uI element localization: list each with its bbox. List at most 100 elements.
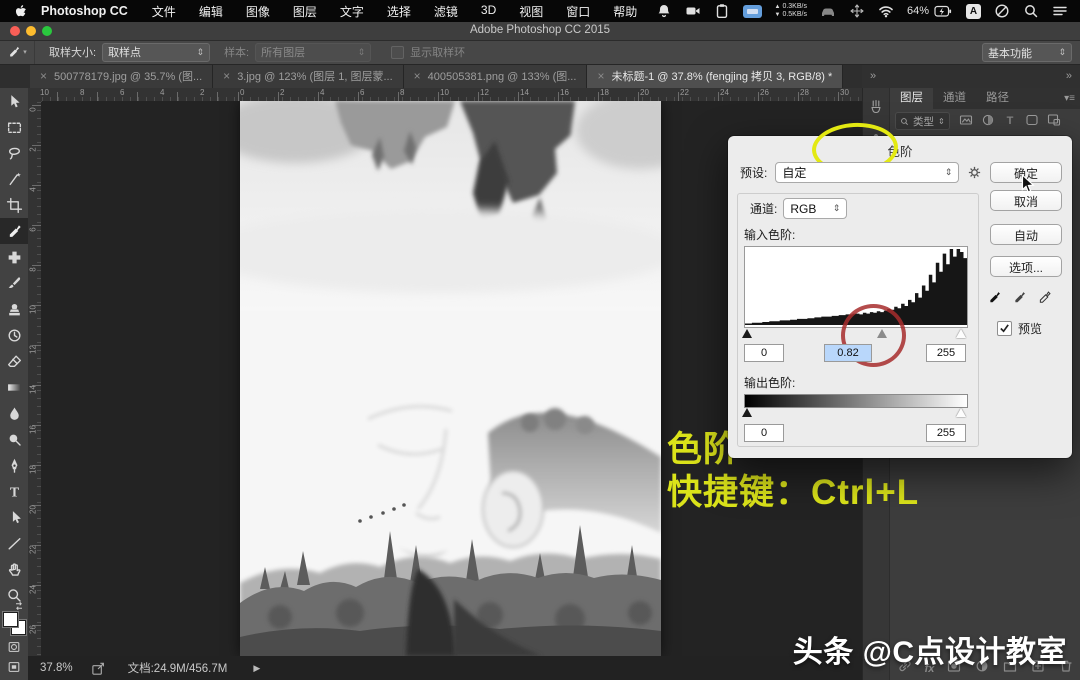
clone-stamp-tool[interactable]: [0, 296, 28, 322]
blur-tool[interactable]: [0, 400, 28, 426]
document-tab[interactable]: ×500778179.jpg @ 35.7% (图...: [30, 64, 213, 88]
close-tab-icon[interactable]: ×: [414, 69, 421, 83]
move-tool[interactable]: [0, 88, 28, 114]
options-button[interactable]: 选项...: [990, 256, 1062, 277]
screen-capture-icon[interactable]: [743, 5, 762, 18]
menu-item[interactable]: 帮助: [613, 3, 637, 20]
menu-item[interactable]: 图层: [293, 3, 317, 20]
net-speed-indicator[interactable]: ▲0.3KB/s▼0.5KB/s: [775, 3, 807, 19]
close-tab-icon[interactable]: ×: [40, 69, 47, 83]
bell-icon[interactable]: [656, 3, 672, 19]
highlight-input-field[interactable]: [926, 344, 966, 362]
document-tab[interactable]: ×3.jpg @ 123% (图层 1, 图层蒙...: [213, 64, 403, 88]
shadow-input-slider[interactable]: [742, 329, 752, 338]
sample-size-select[interactable]: 取样点⇕: [102, 43, 210, 62]
zoom-level-field[interactable]: 37.8%: [40, 662, 73, 674]
wifi-icon[interactable]: [878, 3, 894, 19]
highlight-input-slider[interactable]: [956, 329, 966, 338]
type-tool[interactable]: T: [0, 478, 28, 504]
ruler-label: 20: [29, 503, 38, 517]
ruler-label: 4: [320, 88, 324, 97]
panel-menu-icon[interactable]: ▾≡: [1064, 93, 1075, 104]
highlight-output-slider[interactable]: [956, 408, 966, 417]
status-options-arrow-icon[interactable]: ▶: [253, 663, 260, 674]
black-point-eyedropper-icon[interactable]: [987, 290, 1002, 305]
menu-item[interactable]: 图像: [246, 3, 270, 20]
type-filter-icon[interactable]: T: [1002, 112, 1018, 131]
menu-item[interactable]: 滤镜: [434, 3, 458, 20]
auto-button[interactable]: 自动: [990, 224, 1062, 245]
gradient-tool[interactable]: [0, 374, 28, 400]
crop-tool[interactable]: [0, 192, 28, 218]
notification-center-icon[interactable]: [1052, 3, 1068, 19]
collapse-panels-icon[interactable]: »: [870, 70, 876, 82]
channel-select[interactable]: RGB⇕: [783, 198, 847, 219]
do-not-disturb-icon[interactable]: [994, 3, 1010, 19]
shadow-output-slider[interactable]: [742, 408, 752, 417]
spotlight-search-icon[interactable]: [1023, 3, 1039, 19]
swap-colors-icon[interactable]: [13, 600, 25, 612]
white-point-eyedropper-icon[interactable]: [1037, 290, 1052, 305]
collapse-panels-icon[interactable]: »: [1066, 70, 1072, 82]
clipboard-icon[interactable]: [714, 3, 730, 19]
document-tab[interactable]: ×未标题-1 @ 37.8% (fengjing 拷贝 3, RGB/8) *: [587, 64, 843, 88]
highlight-output-field[interactable]: [926, 424, 966, 442]
preset-select[interactable]: 自定⇕: [775, 162, 959, 183]
video-icon[interactable]: [685, 3, 701, 19]
history-brush-tool[interactable]: [0, 322, 28, 348]
carplay-icon[interactable]: [820, 3, 836, 19]
current-tool-button[interactable]: ▾: [0, 40, 35, 64]
pen-tool[interactable]: [0, 452, 28, 478]
line-tool[interactable]: [0, 530, 28, 556]
panel-tab-路径[interactable]: 路径: [976, 88, 1019, 109]
menu-item[interactable]: 窗口: [566, 3, 590, 20]
close-tab-icon[interactable]: ×: [223, 69, 230, 83]
input-source-badge[interactable]: A: [966, 4, 981, 19]
shadow-input-field[interactable]: [744, 344, 784, 362]
move-arrows-icon[interactable]: [849, 3, 865, 19]
layer-filter-select[interactable]: 类型 ⇕: [895, 112, 950, 130]
ruler-label: 6: [29, 223, 38, 237]
preview-checkbox[interactable]: [997, 321, 1012, 336]
path-selection-tool[interactable]: [0, 504, 28, 530]
menu-item[interactable]: 3D: [481, 3, 496, 20]
shadow-output-field[interactable]: [744, 424, 784, 442]
menu-item[interactable]: 编辑: [199, 3, 223, 20]
adjustment-filter-icon[interactable]: [980, 112, 996, 131]
menu-app-name[interactable]: Photoshop CC: [41, 4, 128, 18]
panel-tab-图层[interactable]: 图层: [890, 88, 933, 109]
screen-mode-icon[interactable]: [6, 660, 22, 674]
apple-menu-icon[interactable]: [14, 4, 27, 19]
gear-icon[interactable]: [967, 165, 982, 180]
marquee-tool[interactable]: [0, 114, 28, 140]
workspace-select[interactable]: 基本功能⇕: [982, 43, 1072, 62]
smart-object-filter-icon[interactable]: [1046, 112, 1062, 131]
menu-item[interactable]: 文件: [152, 3, 176, 20]
pixel-filter-icon[interactable]: [958, 112, 974, 131]
battery-indicator[interactable]: 64%: [907, 5, 953, 18]
document-canvas[interactable]: [240, 101, 661, 656]
menu-item[interactable]: 视图: [519, 3, 543, 20]
panel-tab-通道[interactable]: 通道: [933, 88, 976, 109]
gamma-input-field[interactable]: [824, 344, 872, 362]
brushes-panel-icon[interactable]: [863, 94, 889, 120]
dodge-tool[interactable]: [0, 426, 28, 452]
menu-item[interactable]: 选择: [387, 3, 411, 20]
lasso-tool[interactable]: [0, 140, 28, 166]
close-tab-icon[interactable]: ×: [597, 69, 604, 83]
ruler-label: 8: [80, 88, 84, 97]
eraser-tool[interactable]: [0, 348, 28, 374]
shape-filter-icon[interactable]: [1024, 112, 1040, 131]
brush-tool[interactable]: [0, 270, 28, 296]
foreground-color-swatch[interactable]: [3, 612, 18, 627]
eyedropper-tool[interactable]: [0, 218, 28, 244]
hand-tool[interactable]: [0, 556, 28, 582]
document-tab[interactable]: ×400505381.png @ 133% (图...: [404, 64, 588, 88]
quick-mask-icon[interactable]: [6, 640, 22, 654]
export-arrow-icon[interactable]: [91, 661, 106, 676]
updown-arrows-icon: ⇕: [945, 167, 953, 178]
healing-brush-tool[interactable]: [0, 244, 28, 270]
magic-wand-tool[interactable]: [0, 166, 28, 192]
menu-item[interactable]: 文字: [340, 3, 364, 20]
gray-point-eyedropper-icon[interactable]: [1012, 290, 1027, 305]
